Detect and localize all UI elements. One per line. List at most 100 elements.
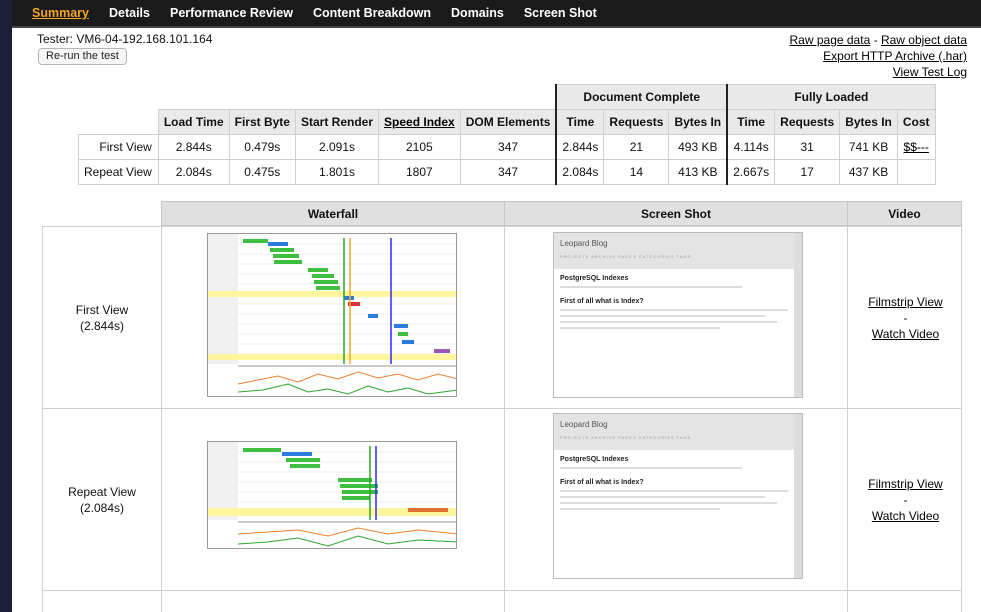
view-test-log-link[interactable]: View Test Log	[893, 65, 967, 79]
text-line	[560, 286, 743, 288]
cell: 1.801s	[294, 159, 380, 185]
cell: 413 KB	[668, 159, 728, 185]
cell: 437 KB	[839, 159, 898, 185]
repeat-view-video-cell: Filmstrip View - Watch Video	[848, 409, 963, 590]
blank-header	[158, 85, 556, 110]
nav-details[interactable]: Details	[109, 6, 150, 20]
link-separator: -	[873, 33, 878, 47]
blog-body: PostgreSQL Indexes First of all what is …	[554, 269, 794, 397]
cell: 347	[459, 134, 557, 160]
text-line	[560, 496, 766, 498]
blog-nav: PROJECTS ARCHIVE PAGES CATEGORIES TAGS	[560, 435, 692, 440]
top-nav: Summary Details Performance Review Conte…	[12, 0, 981, 28]
col-first-byte: First Byte	[228, 109, 296, 135]
text-line	[560, 467, 743, 469]
waterfall-thumbnail[interactable]	[207, 441, 457, 549]
empty-cell	[162, 591, 505, 612]
nav-summary[interactable]: Summary	[32, 6, 89, 20]
col-dc-requests: Requests	[603, 109, 670, 135]
first-view-screenshot-cell[interactable]: Leopard Blog PROJECTS ARCHIVE PAGES CATE…	[505, 227, 848, 408]
col-fl-requests: Requests	[774, 109, 841, 135]
blog-title: Leopard Blog	[560, 420, 608, 429]
blank-header	[79, 85, 159, 110]
screenshot-thumbnail[interactable]: Leopard Blog PROJECTS ARCHIVE PAGES CATE…	[553, 232, 803, 398]
raw-page-data-link[interactable]: Raw page data	[790, 33, 871, 47]
cell: 2.844s	[157, 134, 230, 160]
screenshot-header: Screen Shot	[504, 201, 848, 226]
cell: 2.667s	[726, 159, 776, 185]
speed-index-link[interactable]: Speed Index	[384, 115, 455, 129]
repeat-view-label-cell: Repeat View (2.084s)	[43, 409, 162, 590]
waterfall-thumbnail[interactable]	[207, 233, 457, 397]
cost-link[interactable]: $$---	[904, 140, 929, 154]
cell: 2105	[378, 134, 461, 160]
first-view-waterfall-cell[interactable]	[162, 227, 505, 408]
video-header: Video	[847, 201, 962, 226]
cell: 4.114s	[726, 134, 776, 160]
first-view-row: First View (2.844s) Leopard Blog PROJECT…	[42, 226, 962, 409]
text-line	[560, 315, 766, 317]
col-speed-index[interactable]: Speed Index	[378, 109, 461, 135]
post-subtitle: First of all what is Index?	[560, 479, 644, 486]
text-line	[560, 327, 720, 329]
link-dash: -	[903, 492, 908, 507]
scrollbar	[794, 233, 802, 397]
cell: 2.091s	[294, 134, 380, 160]
screenshot-thumbnail[interactable]: Leopard Blog PROJECTS ARCHIVE PAGES CATE…	[553, 413, 803, 579]
col-dc-time: Time	[555, 109, 605, 135]
repeat-view-row: Repeat View (2.084s) Leopard Blog PROJEC…	[42, 409, 962, 591]
text-line	[560, 502, 777, 504]
scrollbar	[794, 414, 802, 578]
col-start-render: Start Render	[294, 109, 380, 135]
table-row: First View 2.844s 0.479s 2.091s 2105 347…	[78, 134, 936, 160]
blog-header: Leopard Blog PROJECTS ARCHIVE PAGES CATE…	[554, 414, 802, 450]
col-fl-bytes: Bytes In	[839, 109, 898, 135]
link-dash: -	[903, 310, 908, 325]
cell: 493 KB	[668, 134, 728, 160]
empty-cell	[505, 591, 848, 612]
repeat-view-screenshot-cell[interactable]: Leopard Blog PROJECTS ARCHIVE PAGES CATE…	[505, 409, 848, 590]
tester-info: Tester: VM6-04-192.168.101.164	[37, 32, 213, 46]
nav-domains[interactable]: Domains	[451, 6, 504, 20]
first-view-label-cell: First View (2.844s)	[43, 227, 162, 408]
col-load-time: Load Time	[157, 109, 230, 135]
cell: 31	[774, 134, 841, 160]
watch-video-link[interactable]: Watch Video	[872, 326, 939, 342]
cell: 1807	[378, 159, 461, 185]
nav-screen-shot[interactable]: Screen Shot	[524, 6, 597, 20]
cell: 0.479s	[228, 134, 296, 160]
document-complete-header: Document Complete	[555, 84, 728, 110]
blog-header: Leopard Blog PROJECTS ARCHIVE PAGES CATE…	[554, 233, 802, 269]
cell: 2.084s	[157, 159, 230, 185]
text-line	[560, 309, 788, 311]
metrics-table: Document Complete Fully Loaded Load Time…	[78, 84, 936, 185]
repeat-view-waterfall-cell[interactable]	[162, 409, 505, 590]
text-line	[560, 490, 788, 492]
view-name: First View	[75, 302, 129, 317]
nav-performance-review[interactable]: Performance Review	[170, 6, 293, 20]
blog-body: PostgreSQL Indexes First of all what is …	[554, 450, 794, 578]
watch-video-link[interactable]: Watch Video	[872, 508, 939, 524]
filmstrip-view-link[interactable]: Filmstrip View	[868, 476, 942, 492]
view-time: (2.084s)	[79, 500, 125, 515]
col-cost: Cost	[896, 109, 936, 135]
post-title: PostgreSQL Indexes	[560, 456, 629, 463]
post-title: PostgreSQL Indexes	[560, 275, 629, 282]
raw-object-data-link[interactable]: Raw object data	[881, 33, 967, 47]
next-row-partial	[42, 591, 962, 612]
nav-content-breakdown[interactable]: Content Breakdown	[313, 6, 431, 20]
fully-loaded-header: Fully Loaded	[726, 84, 936, 110]
cell: 21	[603, 134, 670, 160]
cost-cell[interactable]: $$---	[896, 134, 936, 160]
text-line	[560, 508, 720, 510]
blog-nav: PROJECTS ARCHIVE PAGES CATEGORIES TAGS	[560, 254, 692, 259]
blog-title: Leopard Blog	[560, 239, 608, 248]
view-name: Repeat View	[68, 484, 136, 499]
cell: 741 KB	[839, 134, 898, 160]
export-har-link[interactable]: Export HTTP Archive (.har)	[823, 49, 967, 63]
first-view-video-cell: Filmstrip View - Watch Video	[848, 227, 963, 408]
rerun-test-button[interactable]: Re-run the test	[38, 48, 127, 65]
filmstrip-view-link[interactable]: Filmstrip View	[868, 294, 942, 310]
page: Summary Details Performance Review Conte…	[12, 0, 981, 612]
cell: 2.844s	[555, 134, 605, 160]
